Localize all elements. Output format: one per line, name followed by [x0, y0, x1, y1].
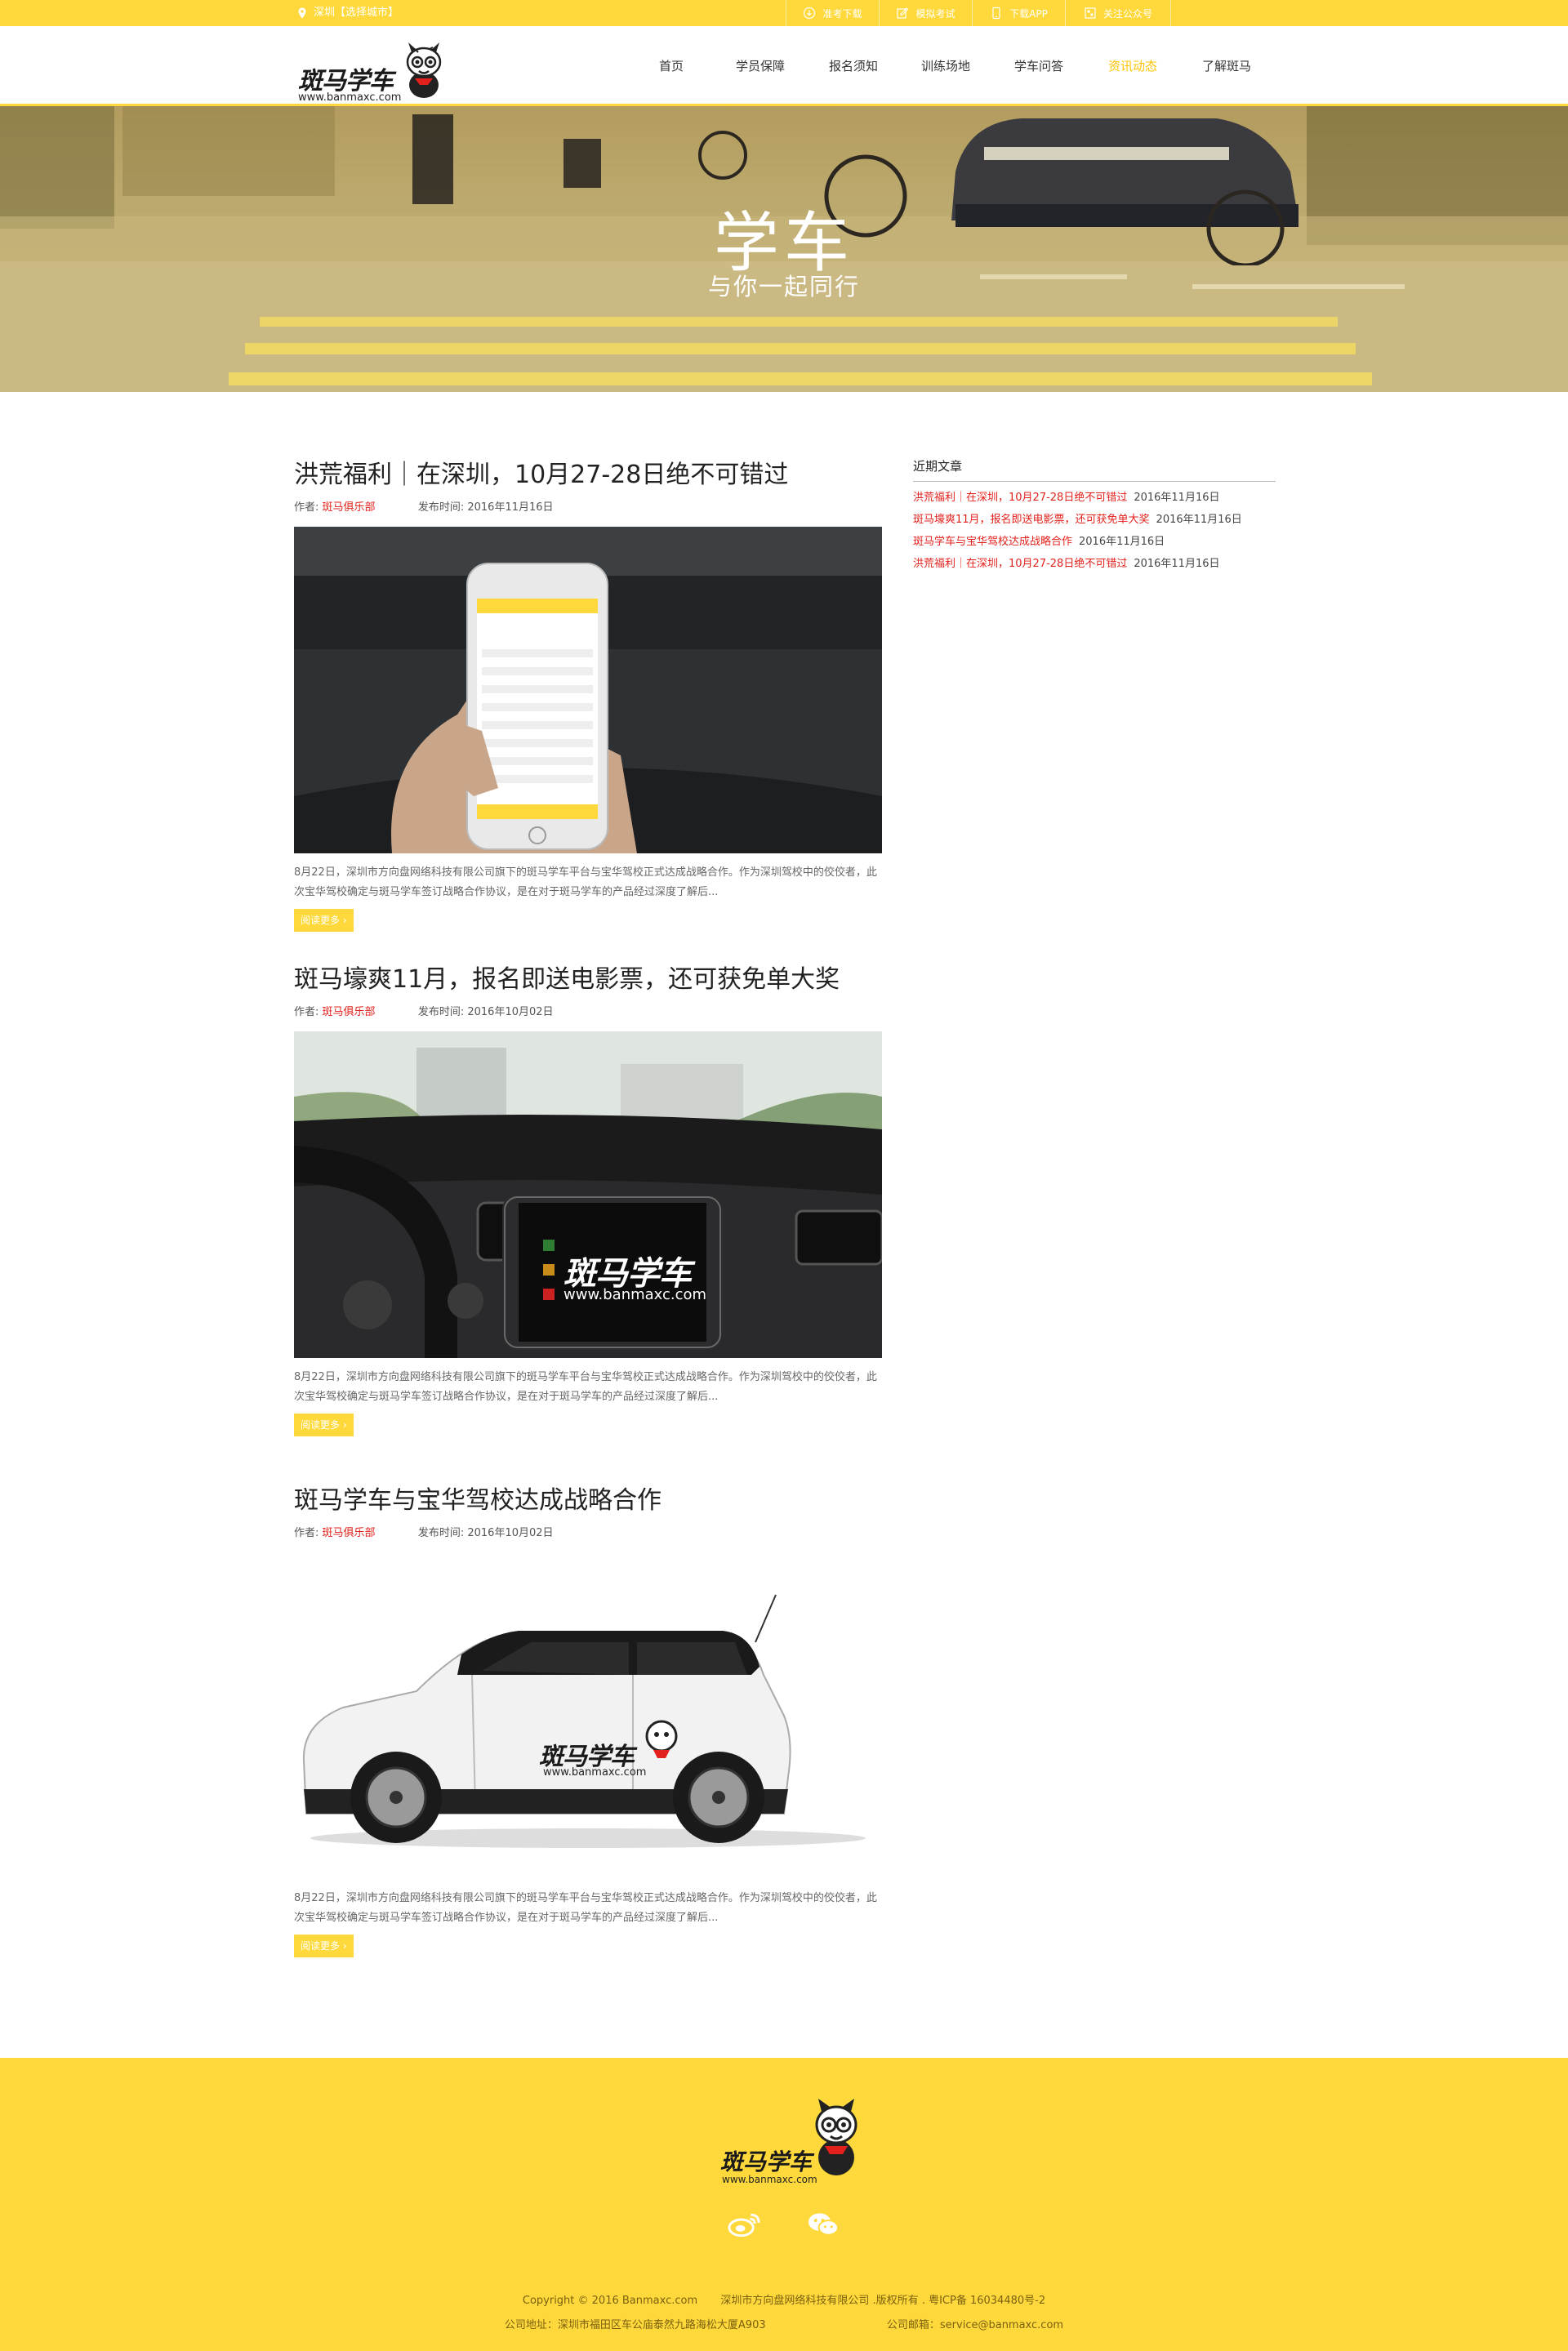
footer-logo-domain: www.banmaxc.com: [722, 2174, 817, 2185]
article-excerpt: 8月22日，深圳市方向盘网络科技有限公司旗下的斑马学车平台与宝华驾校正式达成战略…: [294, 866, 877, 898]
recent-post-item[interactable]: 洪荒福利｜在深圳，10月27-28日绝不可错过 2016年11月16日: [913, 553, 1276, 575]
recent-post-title[interactable]: 洪荒福利｜在深圳，10月27-28日绝不可错过: [913, 558, 1127, 570]
article-card: 斑马壕爽11月，报名即送电影票，还可获免单大奖 作者: 斑马俱乐部 发布时间: …: [294, 959, 882, 1436]
footer-copyright: Copyright © 2016 Banmaxc.com: [522, 2295, 698, 2307]
top-link-label: 下载APP: [1009, 7, 1048, 20]
city-selector[interactable]: 深圳【选择城市】: [296, 0, 399, 26]
article-excerpt: 8月22日，深圳市方向盘网络科技有限公司旗下的斑马学车平台与宝华驾校正式达成战略…: [294, 1371, 877, 1403]
article-image[interactable]: [294, 527, 882, 853]
article-meta: 作者: 斑马俱乐部 发布时间: 2016年10月02日: [294, 1524, 882, 1539]
dashboard-brand-domain: www.banmaxc.com: [564, 1286, 707, 1303]
branded-car-photo: [294, 1552, 882, 1879]
footer-social-icons: [727, 2210, 841, 2239]
site-footer: 斑马学车 www.banmaxc.com Copyright © 2016 Ba…: [0, 2058, 1568, 2351]
article-date: 2016年11月16日: [467, 501, 554, 514]
nav-item-protection[interactable]: 学员保障: [712, 52, 808, 80]
edit-icon: [896, 7, 909, 20]
download-icon: [803, 7, 816, 20]
recent-post-item[interactable]: 洪荒福利｜在深圳，10月27-28日绝不可错过 2016年11月16日: [913, 487, 1276, 509]
read-more-button[interactable]: 阅读更多 ›: [294, 1414, 354, 1436]
footer-copyright-line: Copyright © 2016 Banmaxc.com 深圳市方向盘网络科技有…: [0, 2291, 1568, 2307]
footer-address: 公司地址：深圳市福田区车公庙泰然九路海松大厦A903: [504, 2319, 766, 2331]
hero-banner: 学车 与你一起同行: [0, 106, 1568, 392]
recent-post-title[interactable]: 洪荒福利｜在深圳，10月27-28日绝不可错过: [913, 492, 1127, 504]
main-nav: 首页 学员保障 报名须知 训练场地 学车问答 资讯动态 了解斑马: [630, 52, 1272, 80]
nav-item-news[interactable]: 资讯动态: [1085, 52, 1181, 80]
phone-in-car-photo: [294, 527, 882, 853]
recent-post-date: 2016年11月16日: [1156, 514, 1242, 526]
car-dashboard-photo: [294, 1031, 882, 1358]
top-link-download-exam[interactable]: 准考下载: [786, 0, 879, 26]
recent-post-date: 2016年11月16日: [1134, 558, 1220, 570]
wechat-icon[interactable]: [806, 2210, 841, 2239]
phone-icon: [990, 7, 1003, 20]
article-date: 2016年10月02日: [467, 1006, 554, 1018]
article-title[interactable]: 洪荒福利｜在深圳，10月27-28日绝不可错过: [294, 454, 882, 490]
recent-post-item[interactable]: 斑马壕爽11月，报名即送电影票，还可获免单大奖 2016年11月16日: [913, 509, 1276, 531]
city-selector-label: 深圳【选择城市】: [314, 7, 399, 19]
read-more-button[interactable]: 阅读更多 ›: [294, 1935, 354, 1957]
footer-company: 深圳市方向盘网络科技有限公司 .版权所有 . 粤ICP备 16034480号-2: [720, 2295, 1046, 2307]
date-label: 发布时间:: [417, 1006, 465, 1018]
car-brand-domain: www.banmaxc.com: [543, 1766, 647, 1779]
nav-item-home[interactable]: 首页: [630, 52, 712, 80]
hero-subtitle: 与你一起同行: [707, 273, 860, 301]
sidebar-title: 近期文章: [913, 457, 1276, 482]
footer-contact-line: 公司地址：深圳市福田区车公庙泰然九路海松大厦A903 公司邮箱：service@…: [0, 2316, 1568, 2331]
top-link-label: 准考下载: [822, 7, 862, 20]
recent-posts-sidebar: 近期文章 洪荒福利｜在深圳，10月27-28日绝不可错过 2016年11月16日 …: [913, 457, 1276, 575]
article-card: 斑马学车与宝华驾校达成战略合作 作者: 斑马俱乐部 发布时间: 2016年10月…: [294, 1480, 882, 1957]
article-author[interactable]: 斑马俱乐部: [323, 501, 376, 514]
article-author[interactable]: 斑马俱乐部: [323, 1006, 376, 1018]
recent-post-title[interactable]: 斑马壕爽11月，报名即送电影票，还可获免单大奖: [913, 514, 1150, 526]
author-label: 作者:: [294, 1527, 319, 1539]
site-logo[interactable]: 斑马学车 www.banmaxc.com: [296, 36, 459, 104]
footer-email[interactable]: 公司邮箱：service@banmaxc.com: [887, 2319, 1063, 2331]
footer-logo-text: 斑马学车: [720, 2148, 813, 2175]
top-link-download-app[interactable]: 下载APP: [972, 0, 1065, 26]
top-link-label: 关注公众号: [1102, 7, 1152, 20]
article-image[interactable]: 斑马学车 www.banmaxc.com: [294, 1552, 882, 1879]
logo-domain: www.banmaxc.com: [298, 91, 402, 104]
date-label: 发布时间:: [417, 501, 465, 514]
weibo-icon[interactable]: [727, 2210, 762, 2239]
top-link-mock-exam[interactable]: 模拟考试: [879, 0, 972, 26]
date-label: 发布时间:: [417, 1527, 465, 1539]
article-title[interactable]: 斑马壕爽11月，报名即送电影票，还可获免单大奖: [294, 959, 882, 995]
author-label: 作者:: [294, 501, 319, 514]
top-link-label: 模拟考试: [915, 7, 956, 20]
author-label: 作者:: [294, 1006, 319, 1018]
article-author[interactable]: 斑马俱乐部: [323, 1527, 376, 1539]
nav-item-faq[interactable]: 学车问答: [993, 52, 1085, 80]
top-link-follow-wechat[interactable]: 关注公众号: [1065, 0, 1171, 26]
top-bar: 深圳【选择城市】 准考下载 模拟考试 下载APP 关注公众号: [0, 0, 1568, 26]
site-header: 斑马学车 www.banmaxc.com 首页 学员保障 报名须知 训练场地 学…: [0, 26, 1568, 106]
article-image[interactable]: 斑马学车 www.banmaxc.com: [294, 1031, 882, 1358]
article-date: 2016年10月02日: [467, 1527, 554, 1539]
location-pin-icon: [296, 7, 309, 20]
recent-post-date: 2016年11月16日: [1134, 492, 1220, 504]
recent-post-title[interactable]: 斑马学车与宝华驾校达成战略合作: [913, 536, 1072, 548]
recent-post-item[interactable]: 斑马学车与宝华驾校达成战略合作 2016年11月16日: [913, 531, 1276, 553]
top-links: 准考下载 模拟考试 下载APP 关注公众号: [786, 0, 1171, 26]
read-more-button[interactable]: 阅读更多 ›: [294, 909, 354, 932]
article-excerpt: 8月22日，深圳市方向盘网络科技有限公司旗下的斑马学车平台与宝华驾校正式达成战略…: [294, 1892, 877, 1924]
footer-logo[interactable]: 斑马学车 www.banmaxc.com: [717, 2097, 864, 2187]
wechat-icon: [1084, 7, 1097, 20]
zebra-mascot-icon: [406, 42, 442, 98]
recent-posts-list: 洪荒福利｜在深圳，10月27-28日绝不可错过 2016年11月16日 斑马壕爽1…: [913, 487, 1276, 575]
article-card: 洪荒福利｜在深圳，10月27-28日绝不可错过 作者: 斑马俱乐部 发布时间: …: [294, 454, 882, 932]
nav-item-registration[interactable]: 报名须知: [808, 52, 898, 80]
recent-post-date: 2016年11月16日: [1079, 536, 1165, 548]
nav-item-about[interactable]: 了解斑马: [1181, 52, 1272, 80]
article-meta: 作者: 斑马俱乐部 发布时间: 2016年11月16日: [294, 498, 882, 514]
article-title[interactable]: 斑马学车与宝华驾校达成战略合作: [294, 1480, 882, 1516]
article-meta: 作者: 斑马俱乐部 发布时间: 2016年10月02日: [294, 1003, 882, 1018]
nav-item-training-field[interactable]: 训练场地: [898, 52, 993, 80]
zebra-mascot-icon: [815, 2099, 858, 2175]
